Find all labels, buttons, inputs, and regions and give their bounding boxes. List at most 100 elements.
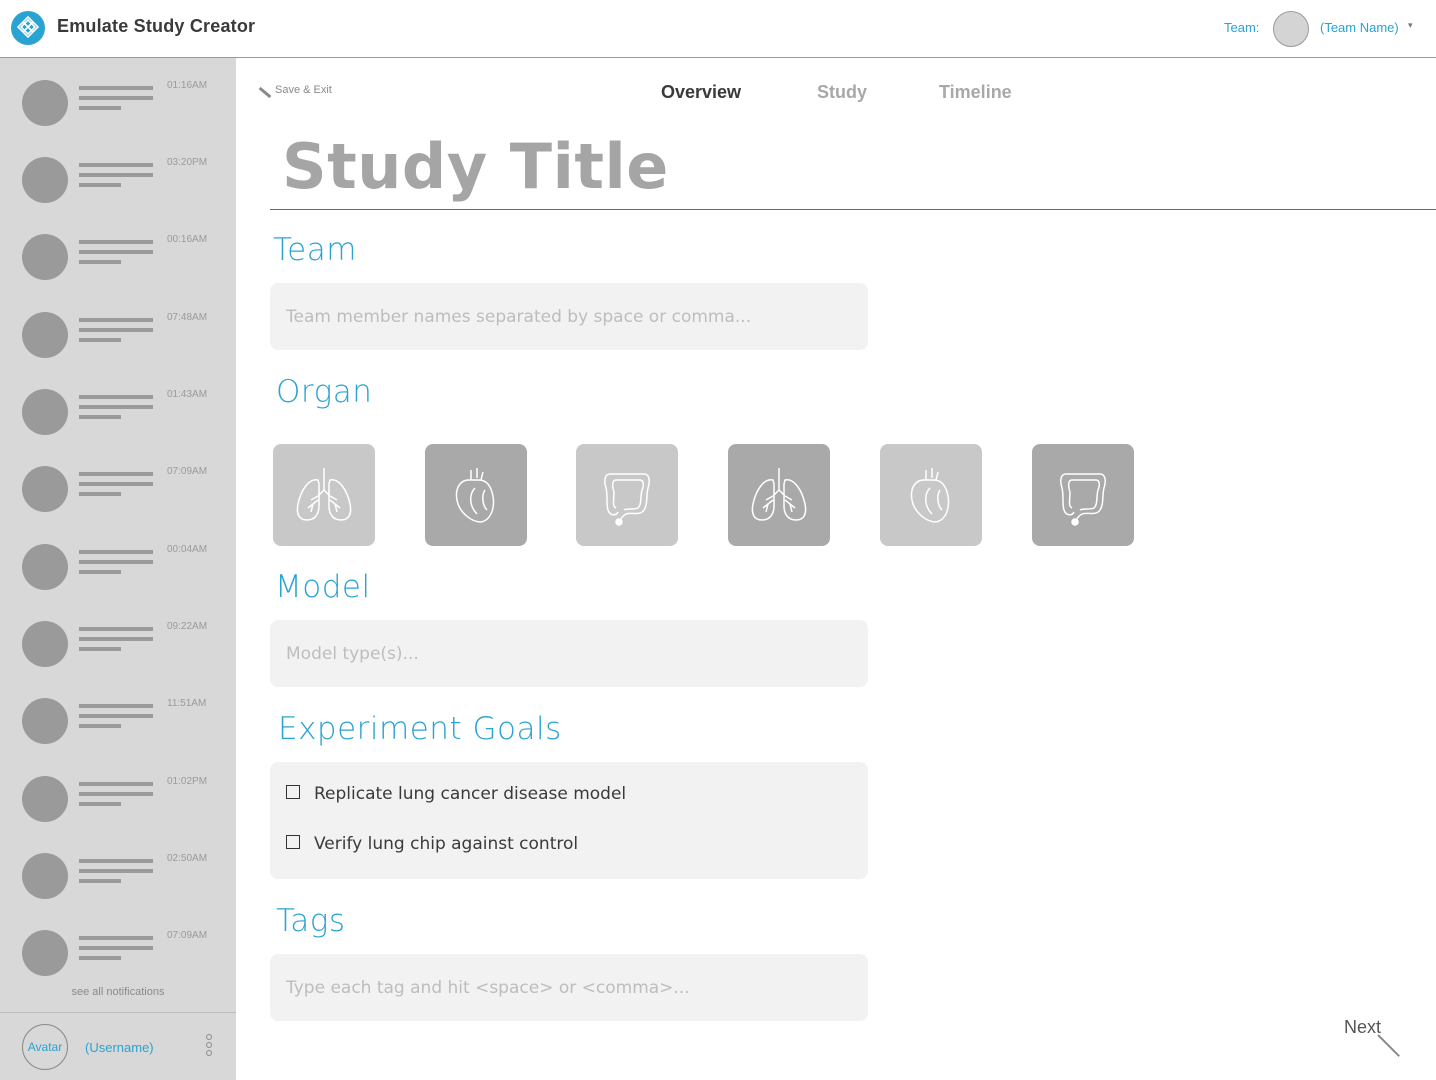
notification-text-line (79, 647, 121, 651)
notification-text-line (79, 492, 121, 496)
team-members-input[interactable] (270, 283, 868, 350)
notification-text-line (79, 395, 153, 399)
model-section-label: Model (275, 569, 371, 605)
notification-time: 09:22AM (167, 621, 208, 632)
notification-text-line (79, 472, 153, 476)
heart-icon (455, 468, 495, 523)
notification-item[interactable]: 00:04AM (0, 544, 236, 621)
save-exit-button[interactable]: Save & Exit (258, 84, 332, 98)
notification-avatar (22, 466, 68, 512)
notification-item[interactable]: 07:48AM (0, 312, 236, 389)
organ-option-lungs[interactable] (273, 444, 375, 546)
notification-text-line (79, 183, 121, 187)
organ-option-heart[interactable] (425, 444, 527, 546)
experiment-goals-label: Experiment Goals (278, 711, 562, 747)
notification-time: 07:09AM (167, 466, 208, 477)
goal-checkbox[interactable] (286, 785, 300, 799)
study-title[interactable]: Study Title (282, 130, 669, 203)
username[interactable]: (Username) (85, 1040, 154, 1055)
notification-text-line (79, 714, 153, 718)
notification-text-line (79, 338, 121, 342)
notification-time: 07:09AM (167, 930, 208, 941)
notification-item[interactable]: 01:43AM (0, 389, 236, 466)
notification-time: 11:51AM (167, 698, 207, 709)
notification-time: 01:43AM (167, 389, 208, 400)
team-name-dropdown[interactable]: (Team Name) (1320, 20, 1399, 35)
notification-text-line (79, 328, 153, 332)
notification-text-line (79, 792, 153, 796)
team-avatar[interactable] (1273, 11, 1309, 47)
notification-item[interactable]: 01:02PM (0, 776, 236, 853)
title-divider (270, 209, 1436, 210)
notification-item[interactable]: 11:51AM (0, 698, 236, 775)
tags-input[interactable] (270, 954, 868, 1021)
notification-item[interactable]: 02:50AM (0, 853, 236, 930)
intestine-icon (1060, 473, 1106, 526)
tab-timeline[interactable]: Timeline (939, 82, 1012, 103)
notification-text-line (79, 86, 153, 90)
emulate-logo-icon[interactable] (11, 11, 45, 45)
see-all-notifications-link[interactable]: see all notifications (0, 986, 236, 998)
team-section-label: Team (273, 232, 357, 268)
notification-text-line (79, 704, 153, 708)
goal-item[interactable]: Replicate lung cancer disease model (286, 784, 626, 804)
app-title: Emulate Study Creator (57, 16, 256, 36)
tab-study[interactable]: Study (817, 82, 867, 103)
notification-avatar (22, 234, 68, 280)
lungs-icon (296, 468, 352, 521)
notification-time: 00:16AM (167, 234, 208, 245)
notification-avatar (22, 776, 68, 822)
lungs-icon (751, 468, 807, 521)
notification-time: 03:20PM (167, 157, 208, 168)
notification-time: 01:02PM (167, 776, 208, 787)
notification-text-line (79, 560, 153, 564)
goal-checkbox[interactable] (286, 835, 300, 849)
notification-text-line (79, 106, 121, 110)
notification-text-line (79, 627, 153, 631)
notification-avatar (22, 621, 68, 667)
more-options-icon[interactable] (206, 1034, 214, 1058)
notification-text-line (79, 724, 121, 728)
notification-text-line (79, 936, 153, 940)
user-avatar[interactable]: Avatar (22, 1024, 68, 1070)
goal-label: Replicate lung cancer disease model (314, 784, 627, 804)
notification-text-line (79, 946, 153, 950)
notification-item[interactable]: 07:09AM (0, 466, 236, 543)
tags-section-label: Tags (276, 903, 346, 939)
notification-item[interactable]: 00:16AM (0, 234, 236, 311)
app-header: Emulate Study Creator Team: (Team Name) … (0, 0, 1436, 58)
notification-avatar (22, 80, 68, 126)
tab-overview[interactable]: Overview (661, 82, 741, 103)
notification-text-line (79, 570, 121, 574)
organ-option-intestine[interactable] (576, 444, 678, 546)
organ-option-lungs[interactable] (728, 444, 830, 546)
next-button[interactable]: Next (1344, 1017, 1381, 1038)
notification-avatar (22, 544, 68, 590)
notification-text-line (79, 240, 153, 244)
notification-item[interactable]: 03:20PM (0, 157, 236, 234)
notification-avatar (22, 389, 68, 435)
sidebar-divider (0, 1012, 236, 1013)
organ-option-intestine[interactable] (1032, 444, 1134, 546)
chevron-down-icon[interactable]: ▾ (1408, 21, 1413, 31)
notification-text-line (79, 550, 153, 554)
notification-text-line (79, 163, 153, 167)
notification-item[interactable]: 09:22AM (0, 621, 236, 698)
notification-avatar (22, 930, 68, 976)
notification-time: 01:16AM (167, 80, 208, 91)
notification-avatar (22, 312, 68, 358)
goal-item[interactable]: Verify lung chip against control (286, 834, 578, 854)
notification-text-line (79, 415, 121, 419)
model-type-input[interactable] (270, 620, 868, 687)
arrow-icon[interactable] (1377, 1034, 1400, 1057)
notification-text-line (79, 637, 153, 641)
notification-text-line (79, 405, 153, 409)
notification-text-line (79, 956, 121, 960)
organ-option-heart[interactable] (880, 444, 982, 546)
notification-avatar (22, 157, 68, 203)
notification-text-line (79, 173, 153, 177)
notification-item[interactable]: 01:16AM (0, 80, 236, 157)
intestine-icon (604, 473, 650, 526)
team-label: Team: (1224, 20, 1260, 35)
notification-time: 00:04AM (167, 544, 208, 555)
